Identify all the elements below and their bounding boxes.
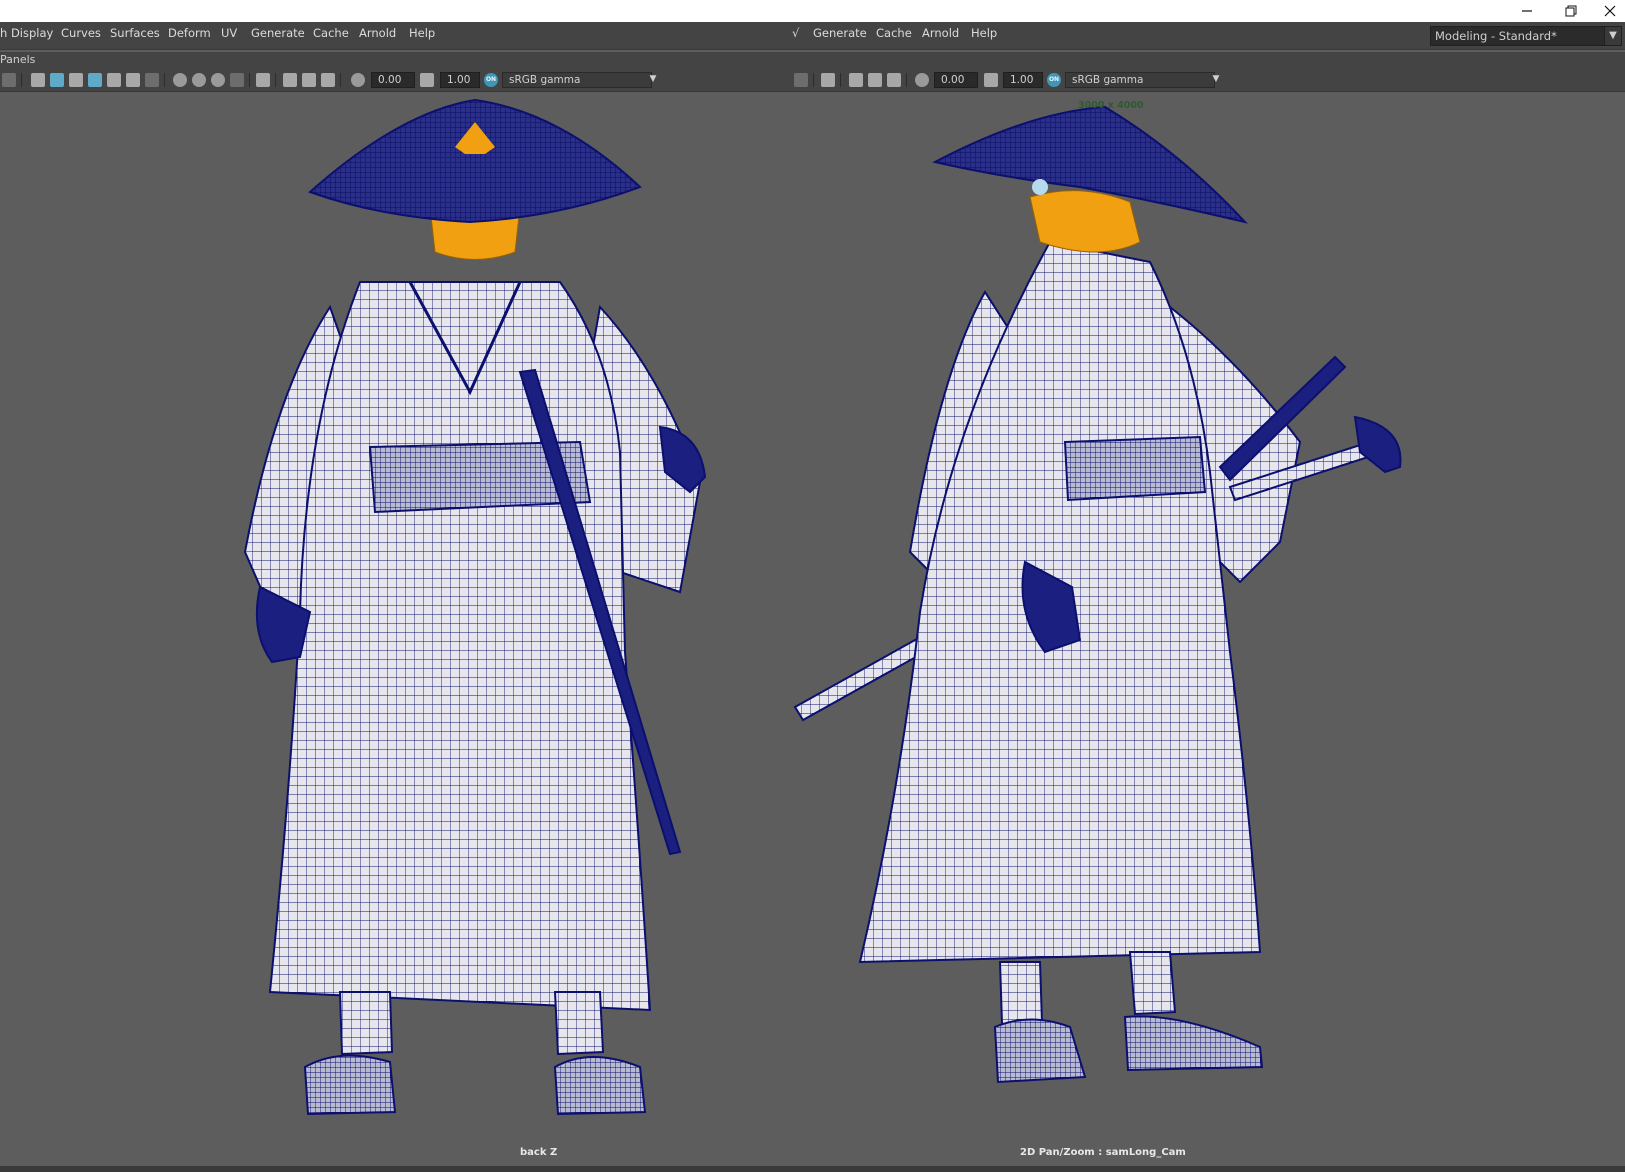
xray-joints-icon[interactable] [849,73,863,87]
chevron-down-icon[interactable]: ▼ [645,72,661,88]
camera-label-left: back Z [520,1147,558,1158]
toolbar-divider [340,73,341,87]
ambient-occlusion-icon[interactable] [173,73,187,87]
exposure-field[interactable]: 0.00 [371,72,415,88]
viewport-area[interactable]: back Z 2D Pan/Zoom : samLong_Cam [0,92,1625,1166]
menu-uv[interactable]: UV [221,22,237,50]
menu-surfaces[interactable]: Surfaces [110,22,160,50]
toolbar-divider [164,73,165,87]
menu-checkmark[interactable]: √ [792,22,799,50]
smooth-shade-icon[interactable] [50,73,64,87]
minimize-icon[interactable] [1505,0,1549,22]
color-management-icon[interactable]: ON [484,73,498,87]
samurai-angle-wireframe [793,105,1402,1084]
gamma-field[interactable]: 1.00 [440,72,480,88]
menu-cache-right[interactable]: Cache [876,22,912,50]
select-camera-icon[interactable] [821,73,835,87]
shadows-icon[interactable] [145,73,159,87]
menu-arnold[interactable]: Arnold [359,22,396,50]
menu-curves[interactable]: Curves [61,22,101,50]
menu-deform[interactable]: Deform [168,22,211,50]
panels-menu[interactable]: Panels [0,53,35,67]
isolate-select-icon[interactable] [256,73,270,87]
main-menu-bar: h Display Curves Surfaces Deform UV Gene… [0,22,1625,50]
menu-generate[interactable]: Generate [251,22,305,50]
close-icon[interactable] [1595,0,1625,22]
lighting-icon[interactable] [126,73,140,87]
isolate-select-icon[interactable] [794,73,808,87]
exposure-icon[interactable] [915,73,929,87]
workspace-dropdown-icon[interactable]: ▼ [1604,26,1622,46]
window-title-bar [0,0,1625,22]
toolbar-divider [840,73,841,87]
backface-culling-icon[interactable] [321,73,335,87]
motion-blur-icon[interactable] [192,73,206,87]
gamma-icon[interactable] [984,73,998,87]
menu-cache[interactable]: Cache [313,22,349,50]
chevron-down-icon[interactable]: ▼ [1208,72,1224,88]
exposure-field[interactable]: 0.00 [934,72,978,88]
bottom-status-strip [0,1166,1625,1172]
toolbar-divider [249,73,250,87]
wireframe-scene [243,98,1402,1116]
wireframe-on-shaded-icon[interactable] [88,73,102,87]
menu-generate-right[interactable]: Generate [813,22,867,50]
backface-culling-icon[interactable] [887,73,901,87]
viewport-toolbar: 0.00 1.00 ON sRGB gamma ▼ 0.00 1.00 ON s… [0,68,1625,92]
xray-icon[interactable] [107,73,121,87]
gamma-field[interactable]: 1.00 [1003,72,1043,88]
image-plane-icon[interactable] [2,73,16,87]
xray-active-icon[interactable] [302,73,316,87]
toolbar-divider [906,73,907,87]
toolbar-divider [21,73,22,87]
toolbar-divider [813,73,814,87]
gamma-icon[interactable] [420,73,434,87]
menu-display[interactable]: h Display [0,22,53,50]
exposure-icon[interactable] [351,73,365,87]
menu-help[interactable]: Help [409,22,435,50]
samurai-front-wireframe [243,98,707,1116]
resolution-gate-label: 3000 x 4000 [1078,100,1144,111]
toolbar-divider [275,73,276,87]
colorspace-dropdown[interactable]: sRGB gamma [1065,72,1215,88]
antialiasing-icon[interactable] [211,73,225,87]
color-management-icon[interactable]: ON [1047,73,1061,87]
default-material-icon[interactable] [69,73,83,87]
wireframe-icon[interactable] [31,73,45,87]
xray-active-icon[interactable] [868,73,882,87]
menu-help-right[interactable]: Help [971,22,997,50]
menu-arnold-right[interactable]: Arnold [922,22,959,50]
depth-of-field-icon[interactable] [230,73,244,87]
workspace-selector[interactable]: Modeling - Standard* [1430,26,1605,46]
panels-menu-row: Panels [0,52,1625,68]
restore-icon[interactable] [1549,0,1593,22]
xray-joints-icon[interactable] [283,73,297,87]
camera-label-right: 2D Pan/Zoom : samLong_Cam [1020,1147,1186,1158]
colorspace-dropdown[interactable]: sRGB gamma [502,72,652,88]
